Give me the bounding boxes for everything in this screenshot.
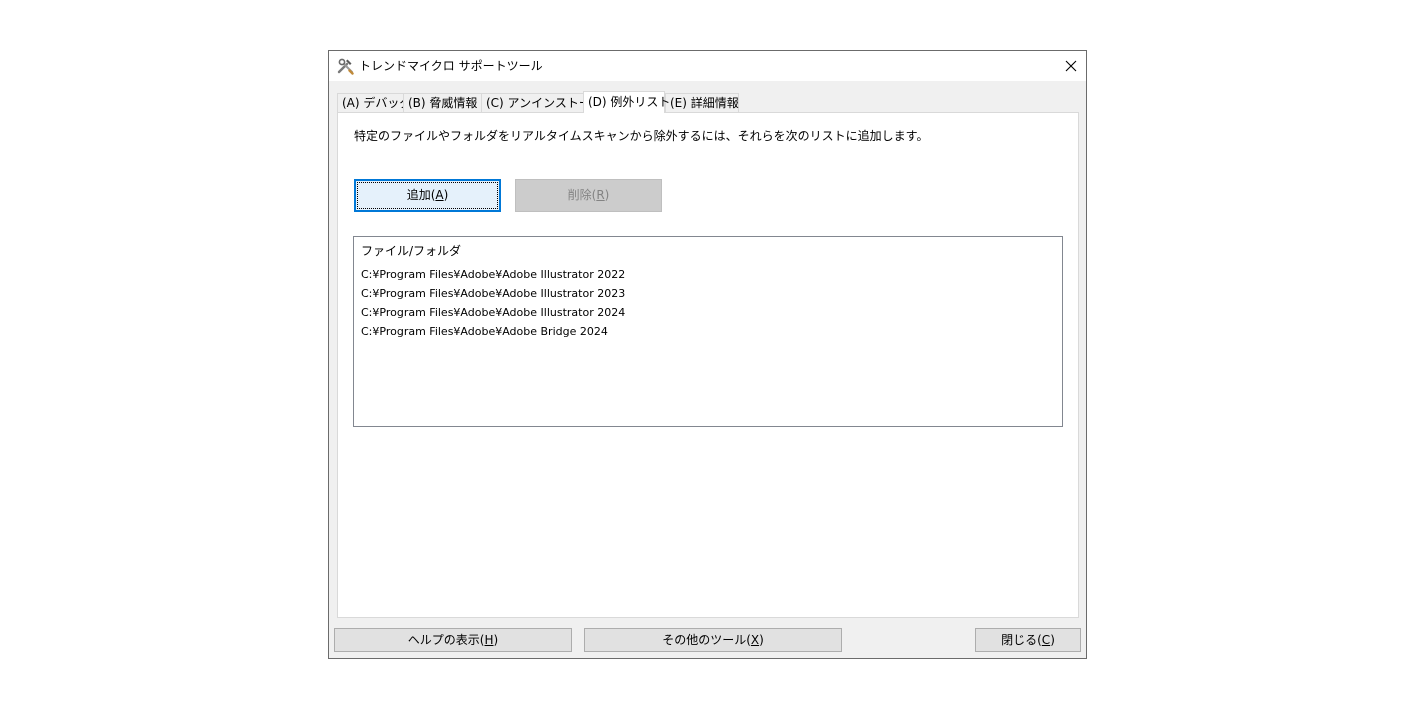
- delete-button[interactable]: 削除(R): [515, 179, 662, 212]
- help-button-suffix: ): [493, 633, 499, 647]
- other-tools-button[interactable]: その他のツール(X): [584, 628, 842, 652]
- delete-button-label: 削除(: [567, 188, 597, 202]
- list-item[interactable]: C:¥Program Files¥Adobe¥Adobe Illustrator…: [361, 303, 625, 322]
- list-item[interactable]: C:¥Program Files¥Adobe¥Adobe Bridge 2024: [361, 322, 625, 341]
- close-button-mnemonic: C: [1041, 633, 1051, 647]
- tools-icon: [337, 58, 354, 75]
- tab-exception-list[interactable]: (D) 例外リスト: [583, 91, 670, 113]
- help-button-label: ヘルプの表示(: [407, 633, 485, 647]
- tab-details[interactable]: (E) 詳細情報: [665, 93, 739, 112]
- tab-uninstall[interactable]: (C) アンインストール: [481, 93, 603, 112]
- add-button-suffix: ): [443, 188, 449, 202]
- delete-button-mnemonic: R: [596, 188, 605, 202]
- close-window-button[interactable]: [1056, 51, 1086, 81]
- list-item[interactable]: C:¥Program Files¥Adobe¥Adobe Illustrator…: [361, 265, 625, 284]
- window-title: トレンドマイクロ サポートツール: [359, 59, 543, 73]
- exclusion-listbox[interactable]: ファイル/フォルダ C:¥Program Files¥Adobe¥Adobe I…: [353, 236, 1063, 427]
- help-button-mnemonic: H: [484, 633, 494, 647]
- add-button-mnemonic: A: [435, 188, 444, 202]
- other-tools-button-mnemonic: X: [750, 633, 760, 647]
- list-item[interactable]: C:¥Program Files¥Adobe¥Adobe Illustrator…: [361, 284, 625, 303]
- support-tool-window: トレンドマイクロ サポートツール (A) デバッグ (B) 脅威情報 (C) ア…: [328, 50, 1087, 659]
- exception-list-panel: 特定のファイルやフォルダをリアルタイムスキャンから除外するには、それらを次のリス…: [337, 112, 1079, 618]
- add-button[interactable]: 追加(A): [354, 179, 501, 212]
- delete-button-suffix: ): [604, 188, 610, 202]
- other-tools-button-suffix: ): [759, 633, 764, 647]
- list-header-file-folder: ファイル/フォルダ: [361, 244, 462, 258]
- tab-debug[interactable]: (A) デバッグ: [337, 93, 411, 112]
- other-tools-button-label: その他のツール(: [662, 633, 751, 647]
- title-bar[interactable]: トレンドマイクロ サポートツール: [329, 51, 1086, 81]
- tab-threat-info[interactable]: (B) 脅威情報: [403, 93, 482, 112]
- close-button[interactable]: 閉じる(C): [975, 628, 1081, 652]
- close-icon: [1065, 60, 1077, 72]
- exclusion-list: C:¥Program Files¥Adobe¥Adobe Illustrator…: [361, 265, 625, 341]
- close-button-label: 閉じる(: [1001, 633, 1042, 647]
- help-button[interactable]: ヘルプの表示(H): [334, 628, 572, 652]
- add-button-label: 追加(: [406, 188, 436, 202]
- instruction-text: 特定のファイルやフォルダをリアルタイムスキャンから除外するには、それらを次のリス…: [354, 129, 929, 143]
- close-button-suffix: ): [1050, 633, 1055, 647]
